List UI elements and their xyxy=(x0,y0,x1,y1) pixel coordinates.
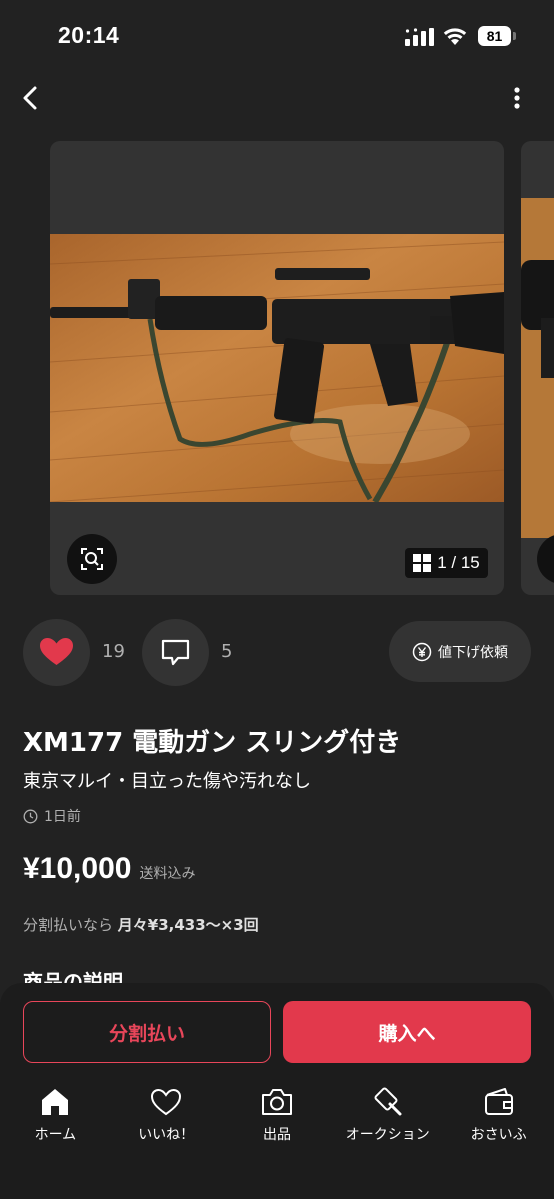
image-counter-badge: 1 / 15 xyxy=(405,548,488,578)
price: ¥10,000 xyxy=(23,852,132,885)
installment-button[interactable]: 分割払い xyxy=(23,1001,271,1063)
shipping-note: 送料込み xyxy=(139,866,196,882)
wifi-icon xyxy=(443,28,467,45)
posted-time: 1日前 xyxy=(23,806,81,826)
price-down-request-button[interactable]: 値下げ依頼 xyxy=(389,621,531,682)
tab-likes-label: いいね！ xyxy=(138,1127,195,1143)
image-counter: 1 / 15 xyxy=(437,553,480,572)
clock-icon xyxy=(23,809,38,823)
camera-icon xyxy=(261,1089,292,1115)
like-button[interactable] xyxy=(23,619,90,686)
comment-icon xyxy=(161,639,190,666)
buy-button[interactable]: 購入へ xyxy=(283,1001,531,1063)
comment-count: 5 xyxy=(221,641,233,662)
item-subtitle: 東京マルイ・目立った傷や汚れなし xyxy=(23,771,311,792)
battery-level: 81 xyxy=(478,26,511,46)
heart-outline-icon xyxy=(151,1088,182,1116)
image-search-button[interactable] xyxy=(67,534,117,584)
status-bar: 20:14 81 xyxy=(0,0,554,70)
next-image-search-icon xyxy=(537,534,554,584)
like-count: 19 xyxy=(102,641,125,662)
tab-wallet-label: おさいふ xyxy=(470,1127,527,1143)
wallet-icon xyxy=(484,1088,513,1115)
status-time: 20:14 xyxy=(58,22,120,48)
more-options-icon[interactable] xyxy=(504,82,530,114)
installment-prefix: 分割払いなら xyxy=(23,916,114,934)
tab-home[interactable]: ホーム xyxy=(0,1086,111,1152)
installment-amount: 月々¥3,433～×3回 xyxy=(117,916,259,934)
product-photo xyxy=(50,234,504,502)
tab-sell[interactable]: 出品 xyxy=(222,1086,333,1152)
tab-home-label: ホーム xyxy=(34,1127,77,1143)
tab-wallet[interactable]: おさいふ xyxy=(443,1086,554,1152)
home-icon xyxy=(42,1089,69,1115)
product-image-card[interactable]: 1 / 15 xyxy=(50,141,504,595)
battery-indicator: 81 xyxy=(478,26,516,46)
price-row: ¥10,000 送料込み xyxy=(23,852,195,886)
tab-likes[interactable]: いいね！ xyxy=(111,1086,222,1152)
next-photo xyxy=(521,198,554,538)
tab-sell-label: 出品 xyxy=(262,1127,291,1143)
heart-icon xyxy=(40,638,73,665)
battery-cap xyxy=(513,32,516,40)
yen-circle-icon xyxy=(412,642,432,661)
posted-time-label: 1日前 xyxy=(44,809,81,825)
image-search-icon xyxy=(81,548,103,570)
grid-icon xyxy=(413,554,432,572)
tab-auction[interactable]: オークション xyxy=(332,1086,443,1152)
signal-icon xyxy=(405,28,434,46)
item-title: XM177 電動ガン スリング付き xyxy=(23,728,402,758)
tab-auction-label: オークション xyxy=(345,1127,430,1143)
gavel-icon xyxy=(374,1087,402,1116)
back-button[interactable] xyxy=(14,80,48,116)
installment-info: 分割払いなら 月々¥3,433～×3回 xyxy=(23,914,259,935)
tab-bar: ホーム いいね！ 出品 オークション おさいふ xyxy=(0,1086,554,1152)
next-image-card[interactable] xyxy=(521,141,554,595)
price-down-label: 値下げ依頼 xyxy=(438,644,508,661)
comment-button[interactable] xyxy=(142,619,209,686)
